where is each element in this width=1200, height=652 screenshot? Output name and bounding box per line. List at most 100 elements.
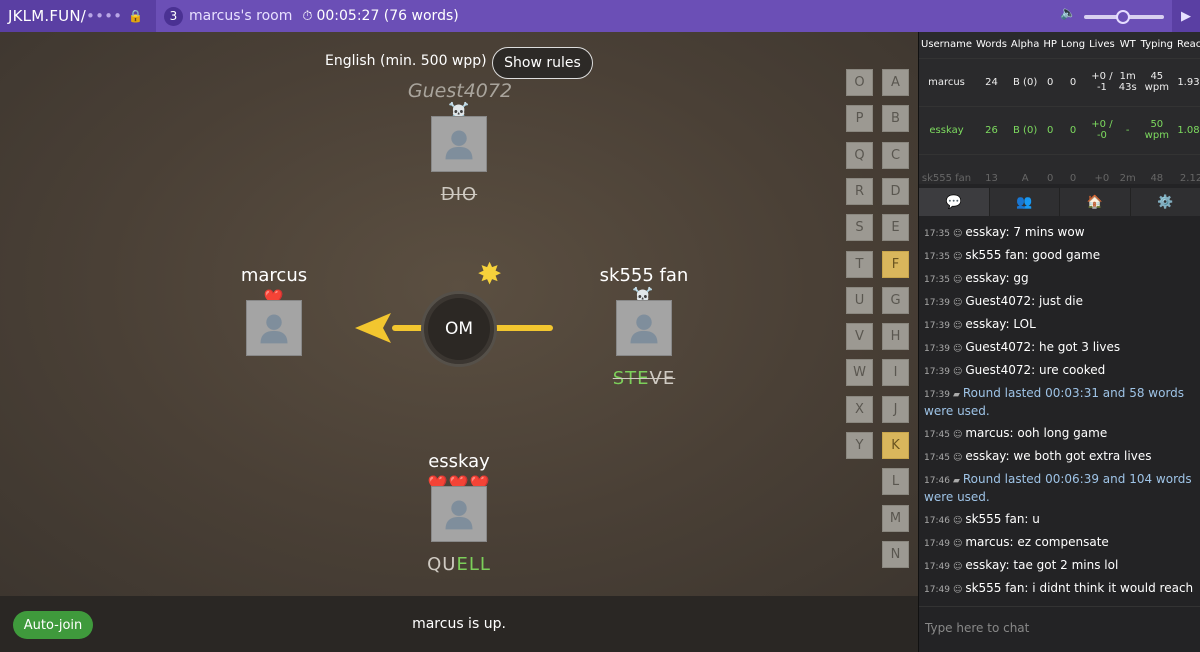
home-icon: 🏠 — [1086, 194, 1103, 210]
tab-room[interactable]: 🏠 — [1060, 188, 1131, 216]
chat-timestamp: 17:35 — [924, 252, 950, 262]
lock-icon[interactable]: 🔒 — [128, 9, 143, 23]
chat-username[interactable]: marcus: — [965, 535, 1017, 549]
chat-username[interactable]: esskay: — [965, 317, 1013, 331]
user-icon: ☺ — [952, 453, 963, 463]
letter-m: M — [882, 504, 909, 532]
tab-chat[interactable]: 💬 — [919, 188, 990, 216]
table-row: esskay26B (0)00+0 / -0-50 wpm1.08s — [919, 106, 1200, 155]
stats-cell: 50 wpm — [1138, 106, 1175, 155]
last-word-sk555-fan: STEVE — [612, 368, 676, 389]
collapse-sidebar-button[interactable]: ▶ — [1172, 0, 1200, 32]
stats-cell: - — [1116, 106, 1139, 155]
stats-cell: B (0) — [1008, 106, 1042, 155]
user-icon: ☺ — [952, 430, 963, 440]
chat-timestamp: 17:39 — [924, 367, 950, 377]
chat-username[interactable]: Guest4072: — [965, 340, 1039, 354]
letter-e: E — [882, 214, 909, 242]
chat-username[interactable]: Guest4072: — [965, 363, 1039, 377]
system-icon: ▰ — [952, 476, 960, 486]
user-icon: ☺ — [952, 344, 963, 354]
chat-timestamp: 17:39 — [924, 344, 950, 354]
volume-slider-thumb[interactable] — [1116, 10, 1130, 24]
syllable-prompt: OM — [444, 319, 474, 339]
stats-header: Username — [919, 32, 974, 59]
chat-timestamp: 17:46 — [924, 476, 950, 486]
chat-username[interactable]: esskay: — [965, 225, 1013, 239]
chat-timestamp: 17:49 — [924, 585, 950, 595]
stats-header: Alpha — [1008, 32, 1042, 59]
chat-username[interactable]: sk555 fan: — [965, 581, 1032, 595]
top-bar: JKLM.FUN/ •••• 🔒 3 marcus's room ⏱ 00:05… — [0, 0, 1200, 32]
sidebar: Username Words Alpha HP Long Lives WT Typing Rea… — [918, 32, 1200, 652]
stats-cell: 2m — [1116, 154, 1139, 184]
chat-message: 17:35 ☺ esskay: 7 mins wow — [924, 225, 1085, 239]
letter-f: F — [882, 250, 909, 278]
avatar — [431, 486, 487, 542]
bomb-spark-icon: ✸ — [477, 257, 503, 292]
chat-username[interactable]: sk555 fan: — [965, 248, 1032, 262]
player-stats-table[interactable]: Username Words Alpha HP Long Lives WT Typing Rea… — [919, 32, 1200, 184]
chat-timestamp: 17:49 — [924, 562, 950, 572]
stats-cell: 24 — [973, 58, 1009, 107]
chat-username[interactable]: esskay: — [965, 449, 1013, 463]
chat-username[interactable]: marcus: — [965, 426, 1017, 440]
stats-cell: 1m 43s — [1116, 58, 1139, 107]
stats-cell: 2.12 — [1174, 154, 1200, 184]
user-icon: ☺ — [952, 252, 963, 262]
letter-s: S — [846, 214, 873, 242]
stats-cell: B (0) — [1008, 58, 1042, 107]
letter-a: A — [882, 69, 909, 96]
chat-timestamp: 17:46 — [924, 516, 950, 526]
volume-slider[interactable] — [1084, 10, 1164, 24]
player-name-marcus: marcus — [240, 265, 308, 286]
chat-timestamp: 17:39 — [924, 390, 950, 400]
chat-timestamp: 17:39 — [924, 298, 950, 308]
stats-cell: 0 — [1041, 58, 1059, 107]
table-row: sk555 fan 13 A 0 0 +0 2m 48 2.12 — [919, 154, 1200, 184]
game-canvas: English (min. 500 wpp) Show rules Guest4… — [0, 32, 918, 596]
chat-username[interactable]: sk555 fan: — [965, 512, 1032, 526]
chat-message: 17:49 ☺ esskay: tae got 2 mins lol — [924, 558, 1119, 572]
stats-cell: 1.93s — [1174, 58, 1200, 107]
table-row: marcus24B (0)00+0 / -11m 43s45 wpm1.93s — [919, 58, 1200, 107]
turn-status: marcus is up. — [412, 616, 506, 632]
brand-link[interactable]: JKLM.FUN/ •••• 🔒 — [0, 0, 156, 32]
chat-input[interactable]: Type here to chat — [919, 606, 1200, 652]
letter-b: B — [882, 105, 909, 133]
letter-d: D — [882, 177, 909, 205]
tab-players[interactable]: 👥 — [990, 188, 1060, 216]
user-icon: ☺ — [952, 275, 963, 285]
letter-c: C — [882, 141, 909, 169]
stats-header: HP — [1041, 32, 1059, 59]
stats-cell: 45 wpm — [1138, 58, 1175, 107]
chat-timestamp: 17:39 — [924, 321, 950, 331]
system-icon: ▰ — [952, 390, 960, 400]
letter-y: Y — [846, 432, 873, 459]
stats-cell: 1.08s — [1174, 106, 1200, 155]
speaker-icon[interactable]: 🔈 — [1060, 6, 1076, 21]
tab-settings[interactable]: ⚙️ — [1131, 188, 1200, 216]
stats-cell: sk555 fan — [919, 154, 974, 184]
user-icon: ☺ — [952, 585, 963, 595]
room-code-masked: •••• — [86, 7, 123, 25]
chat-icon: 💬 — [945, 194, 962, 210]
stats-cell: +0 — [1087, 154, 1117, 184]
status-bar: Auto-join marcus is up. — [0, 596, 918, 652]
chat-log[interactable]: 17:35 ☺ esskay: 7 mins wow 17:35 ☺ sk555 fan:… — [919, 218, 1200, 606]
user-icon: ☺ — [952, 321, 963, 331]
user-icon: ☺ — [952, 562, 963, 572]
chat-username[interactable]: Guest4072: — [965, 294, 1039, 308]
sidebar-tabs: 💬 👥 🏠 ⚙️ — [919, 188, 1200, 216]
chat-username[interactable]: esskay: — [965, 271, 1013, 285]
brand-name: JKLM.FUN/ — [8, 7, 87, 25]
show-rules-button[interactable]: Show rules — [492, 47, 593, 79]
players-icon: 👥 — [1016, 194, 1033, 210]
chat-timestamp: 17:45 — [924, 453, 950, 463]
stats-cell: +0 / -0 — [1087, 106, 1117, 155]
letter-v: V — [846, 323, 873, 351]
letter-j: J — [882, 395, 909, 423]
chat-username[interactable]: esskay: — [965, 558, 1013, 572]
player-name-esskay: esskay — [428, 451, 490, 472]
stats-cell: A — [1008, 154, 1042, 184]
